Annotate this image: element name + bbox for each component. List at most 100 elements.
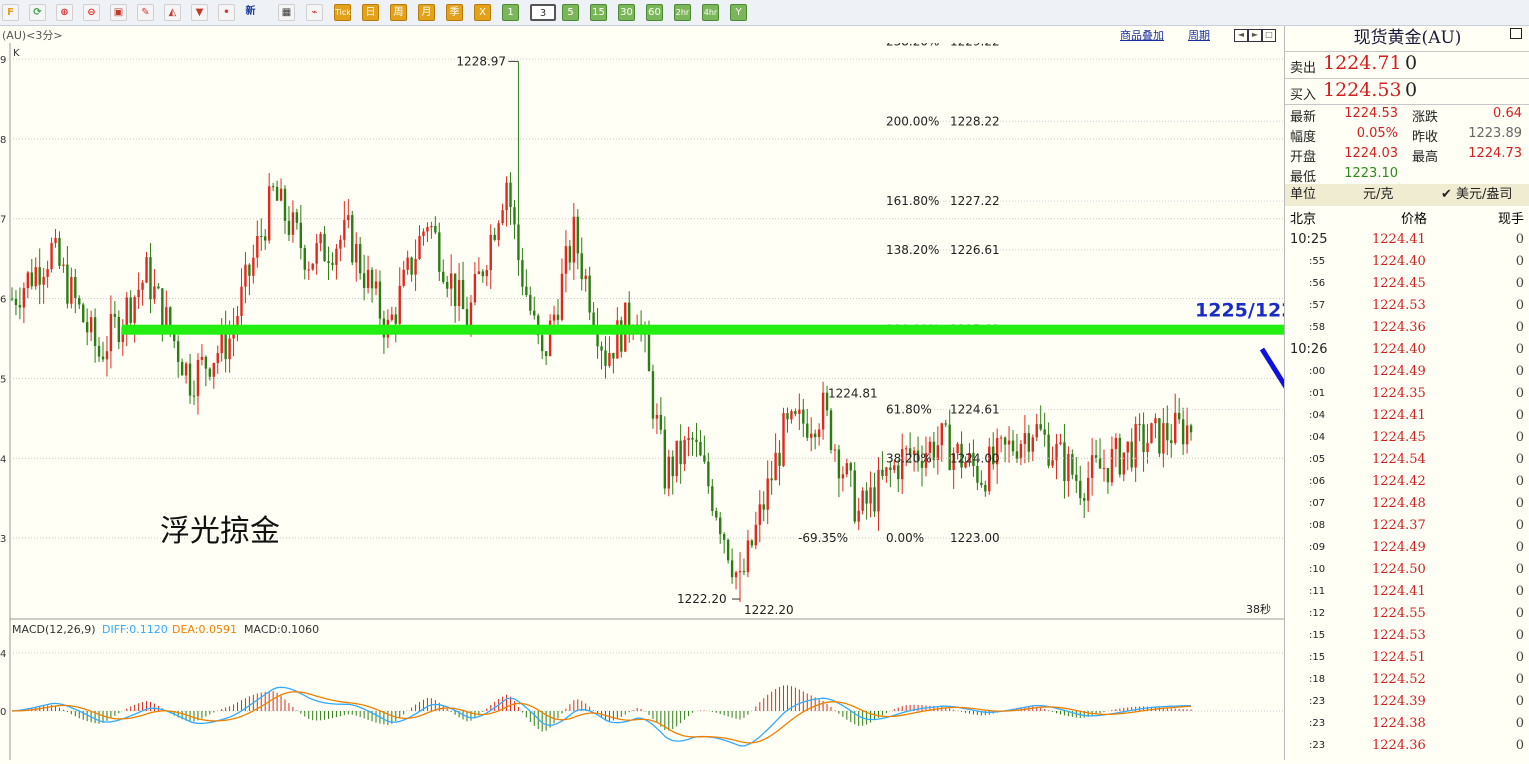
period-button-13[interactable]: 4hr [702, 4, 719, 21]
indicator-icon[interactable]: ⌁ [306, 4, 323, 21]
period-button-8[interactable]: 5 [562, 4, 579, 21]
candle-body [422, 231, 425, 237]
candle-body [1059, 442, 1062, 444]
unit-value[interactable]: 元/克 [1363, 184, 1393, 206]
nav-arrows[interactable]: ◄ ► □ [1234, 27, 1280, 42]
candle-body [22, 288, 26, 308]
tick-time: :57 [1309, 300, 1326, 311]
candle-body [509, 182, 512, 208]
kline-chart[interactable]: 9 8 7 6 5 4 3 K 238.20% 1229.22 200.00% 1228.22 161.… [0, 34, 1440, 760]
tick-row: :06 1224.42 0 [1285, 471, 1529, 493]
divider [1285, 104, 1529, 105]
zoom-out-icon[interactable]: ⊖ [83, 4, 100, 21]
pen-icon[interactable]: ✎ [137, 4, 154, 21]
candle-body [821, 392, 825, 430]
candle-body [438, 232, 441, 272]
period-button-4[interactable]: 季 [446, 4, 463, 21]
candle-body [568, 246, 572, 263]
tick-price: 1224.49 [1372, 540, 1426, 555]
candle-body [1146, 443, 1149, 452]
tick-row: :23 1224.36 0 [1285, 735, 1529, 757]
unit-check[interactable]: ✔ 美元/盎司 [1441, 184, 1512, 206]
candle-body [402, 269, 405, 286]
right-arrow-icon[interactable]: ► [1248, 29, 1262, 42]
candle-body [311, 263, 314, 270]
fib-price: 1223.00 [950, 531, 1000, 545]
period-button-12[interactable]: 2hr [674, 4, 691, 21]
refresh-icon[interactable]: ⟳ [29, 4, 46, 21]
period-button-11[interactable]: 60 [646, 4, 663, 21]
tick-time: :06 [1309, 476, 1326, 487]
buy-volume: 0 [1405, 79, 1418, 101]
candle-body [430, 226, 433, 228]
candle-body [10, 298, 14, 300]
quote-panel: 现货黄金(AU) 卖出 1224.71 0 买入 1224.53 0 最新 122… [1284, 26, 1529, 760]
overlay-link[interactable]: 商品叠加 [1120, 27, 1164, 43]
kline-svg[interactable]: 9 8 7 6 5 4 3 K 238.20% 1229.22 200.00% 1228.22 161.… [0, 34, 1440, 760]
period-button-9[interactable]: 15 [590, 4, 607, 21]
zoom-in-icon[interactable]: ⊕ [56, 4, 73, 21]
candle-body [1051, 460, 1054, 466]
candle-body [877, 469, 880, 512]
candle-body [188, 363, 192, 396]
tick-time: :56 [1309, 278, 1326, 289]
period-button-1[interactable]: 日 [362, 4, 379, 21]
maximize-icon[interactable] [1510, 28, 1522, 39]
tick-price: 1224.35 [1372, 386, 1426, 401]
candle-body [711, 486, 714, 511]
candle-body [572, 216, 576, 263]
candle-body [85, 322, 89, 333]
news-icon[interactable]: • [218, 4, 235, 21]
quote-key: 昨收 [1412, 130, 1439, 145]
candle-body [790, 411, 793, 420]
candle-body [810, 433, 813, 438]
table-icon[interactable]: ▦ [278, 4, 295, 21]
candle-body [1043, 429, 1046, 435]
candle-body [845, 463, 849, 475]
news-icon[interactable]: 新 [242, 4, 259, 21]
candle-body [687, 437, 690, 440]
quote-value: 1224.73 [1468, 146, 1522, 161]
candle-body [695, 439, 698, 442]
filter-icon[interactable]: ▼ [191, 4, 208, 21]
candle-body [782, 413, 785, 466]
period-link[interactable]: 周期 [1188, 27, 1210, 43]
toolbar: F ⟳ ⊕ ⊖ ▣ ✎ ◭ ▼ • 新 ▦ ⌁ Tick 日周月季 X 1 3 5 15 30 60 2hr 4hr Y [0, 0, 1529, 26]
candle-body [1039, 424, 1042, 430]
candle-body [489, 234, 492, 271]
candle-body [778, 452, 781, 466]
y-tick-label: 4 [0, 454, 6, 465]
candle-body [82, 304, 85, 323]
candle-body [1031, 437, 1034, 452]
tick-price: 1224.41 [1372, 408, 1426, 423]
candle-body [722, 534, 726, 540]
expand-icon[interactable]: □ [1262, 29, 1276, 42]
window-icon[interactable]: ▣ [110, 4, 127, 21]
sell-volume: 0 [1405, 52, 1418, 74]
period-button-10[interactable]: 30 [618, 4, 635, 21]
candle-body [1023, 433, 1027, 444]
candle-body [505, 182, 508, 211]
period-button-14[interactable]: Y [730, 4, 747, 21]
candle-body [501, 210, 504, 224]
y-tick-label: 3 [0, 534, 6, 545]
tick-volume: 0 [1515, 474, 1524, 489]
candle-body [1075, 474, 1078, 481]
f10-icon[interactable]: F [2, 4, 19, 21]
left-arrow-icon[interactable]: ◄ [1234, 29, 1248, 42]
candle-body [552, 314, 556, 321]
candle-body [374, 281, 378, 289]
period-button-2[interactable]: 周 [390, 4, 407, 21]
period-button-7[interactable]: 3 [530, 4, 556, 21]
period-button-5[interactable]: X [474, 4, 491, 21]
period-button-6[interactable]: 1 [502, 4, 519, 21]
period-button-0[interactable]: Tick [334, 4, 351, 21]
candle-body [1181, 419, 1185, 445]
candle-body [647, 334, 651, 372]
macd-title: MACD(12,26,9) [12, 623, 96, 636]
candle-body [117, 316, 121, 343]
period-button-3[interactable]: 月 [418, 4, 435, 21]
sell-row: 卖出 1224.71 0 [1285, 52, 1529, 78]
tick-time: :15 [1309, 652, 1326, 663]
drawing-icon[interactable]: ◭ [164, 4, 181, 21]
